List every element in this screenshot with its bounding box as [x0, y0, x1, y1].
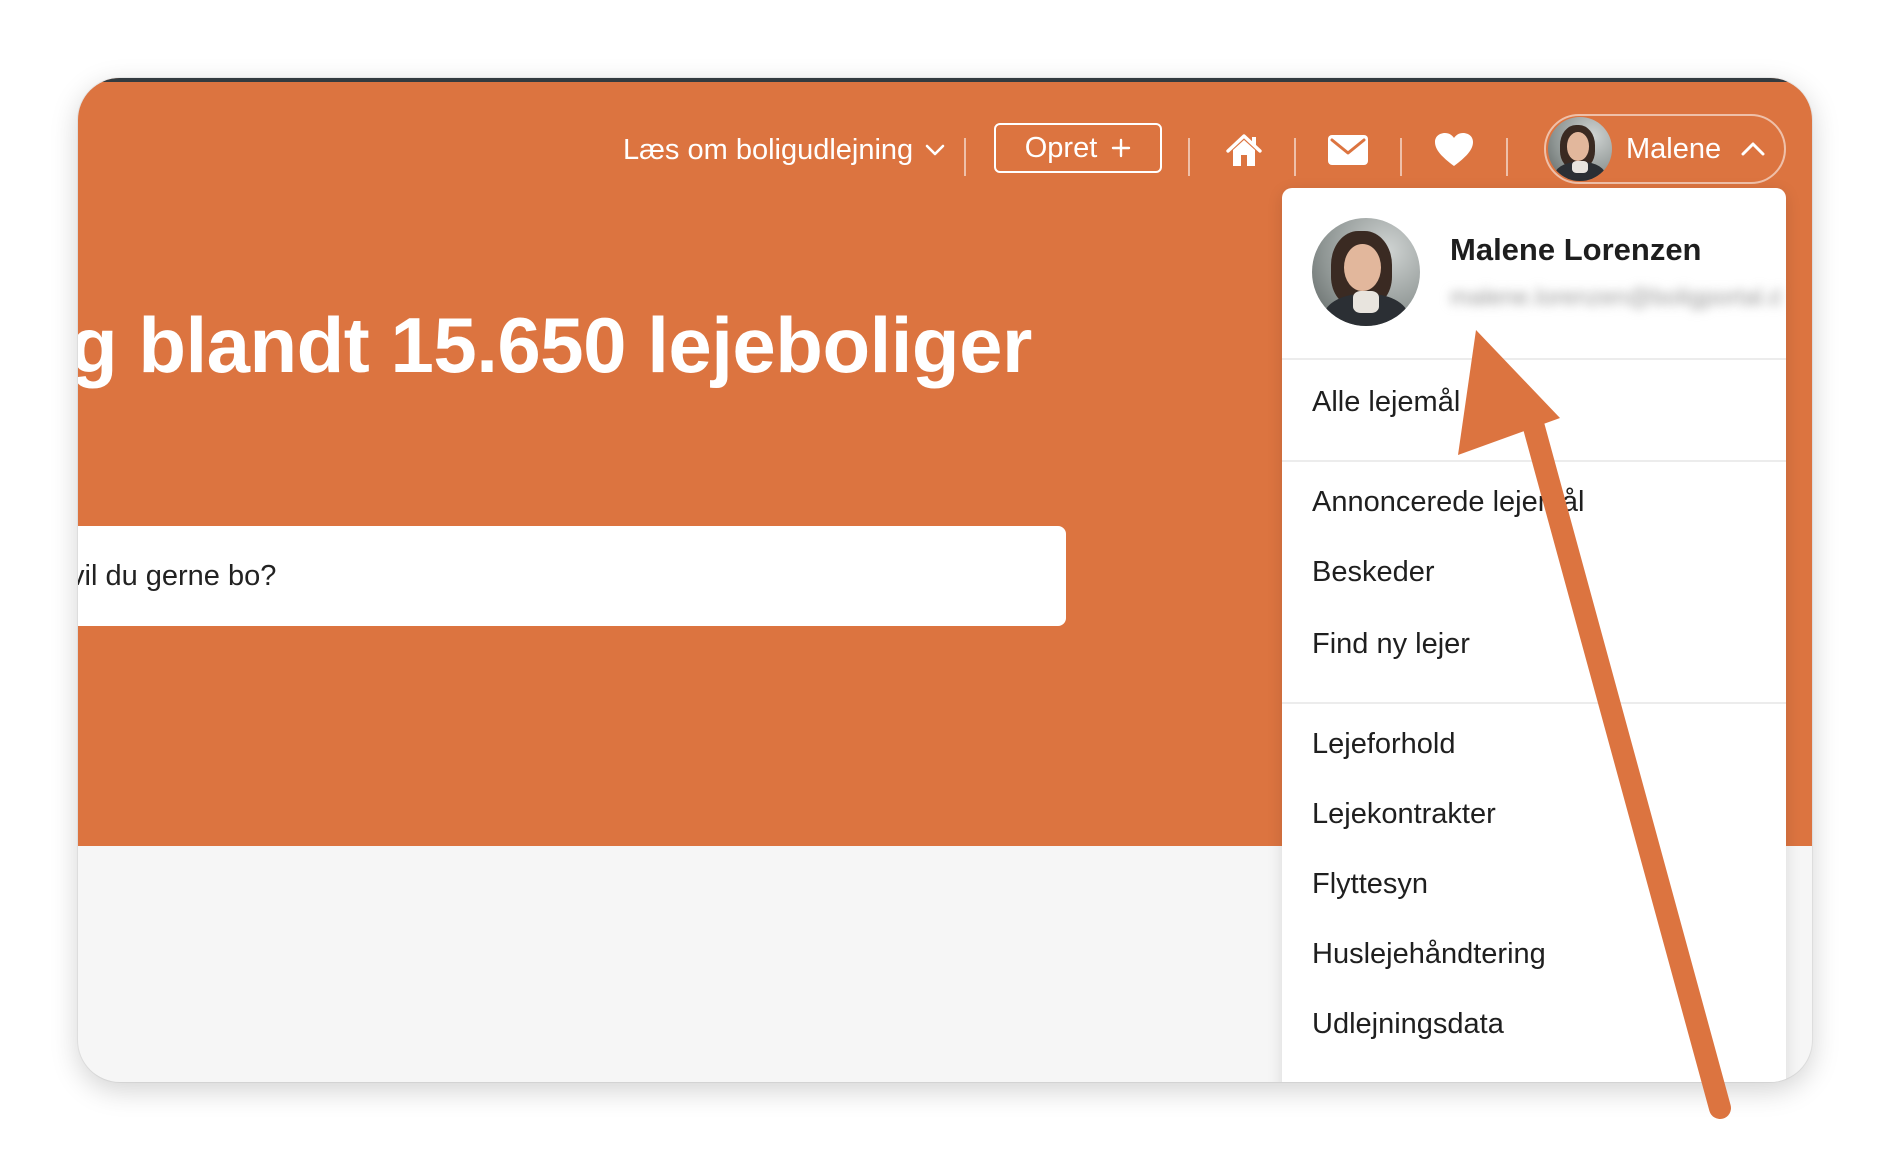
account-email: malene.lorenzen@boligportal.dk: [1450, 284, 1780, 311]
favorites-button[interactable]: [1430, 126, 1478, 174]
messages-button[interactable]: [1324, 126, 1372, 174]
menu-divider: [1282, 460, 1786, 462]
menu-item-rent-management[interactable]: Huslejehåndtering: [1312, 938, 1546, 971]
user-avatar: [1548, 117, 1612, 181]
browser-window: Læs om boligudlejning Opret Malene g bla…: [78, 78, 1812, 1082]
nav-divider: [1506, 138, 1508, 176]
read-more-dropdown[interactable]: Læs om boligudlejning: [623, 114, 945, 186]
menu-item-rental-data[interactable]: Udlejningsdata: [1312, 1008, 1504, 1041]
search-placeholder: vil du gerne bo?: [78, 559, 277, 592]
hero-headline: g blandt 15.650 lejeboliger: [78, 301, 1032, 389]
user-menu-toggle[interactable]: Malene: [1544, 114, 1786, 184]
plus-icon: [1112, 138, 1131, 158]
nav-divider: [1188, 138, 1190, 176]
menu-item-tenancies[interactable]: Lejeforhold: [1312, 728, 1456, 761]
menu-item-advertised-leases[interactable]: Annoncerede lejemål: [1312, 486, 1584, 519]
heart-icon: [1435, 133, 1473, 166]
profile-avatar: [1312, 218, 1420, 326]
account-dropdown-menu: Malene Lorenzen malene.lorenzen@boligpor…: [1282, 188, 1786, 1082]
window-top-border: [78, 78, 1812, 82]
create-label: Opret: [1024, 131, 1098, 164]
account-full-name: Malene Lorenzen: [1450, 232, 1702, 267]
menu-divider: [1282, 702, 1786, 704]
menu-item-all-leases[interactable]: Alle lejemål: [1312, 386, 1460, 419]
nav-divider: [1294, 138, 1296, 176]
menu-item-find-tenant[interactable]: Find ny lejer: [1312, 628, 1470, 661]
read-more-label: Læs om boligudlejning: [623, 133, 914, 166]
home-icon: [1226, 134, 1262, 166]
chevron-up-icon: [1741, 142, 1765, 156]
menu-item-messages[interactable]: Beskeder: [1312, 556, 1435, 589]
menu-item-lease-contracts[interactable]: Lejekontrakter: [1312, 798, 1496, 831]
location-search-input[interactable]: vil du gerne bo?: [78, 526, 1066, 626]
top-nav: Læs om boligudlejning Opret Malene: [78, 114, 1812, 186]
mail-icon: [1328, 135, 1368, 165]
menu-item-move-inspection[interactable]: Flyttesyn: [1312, 868, 1428, 901]
chevron-down-icon: [925, 144, 945, 156]
home-button[interactable]: [1220, 126, 1268, 174]
nav-divider: [964, 138, 966, 176]
nav-divider: [1400, 138, 1402, 176]
user-short-name: Malene: [1626, 132, 1722, 165]
account-header: Malene Lorenzen malene.lorenzen@boligpor…: [1282, 188, 1786, 360]
create-button[interactable]: Opret: [994, 123, 1162, 173]
